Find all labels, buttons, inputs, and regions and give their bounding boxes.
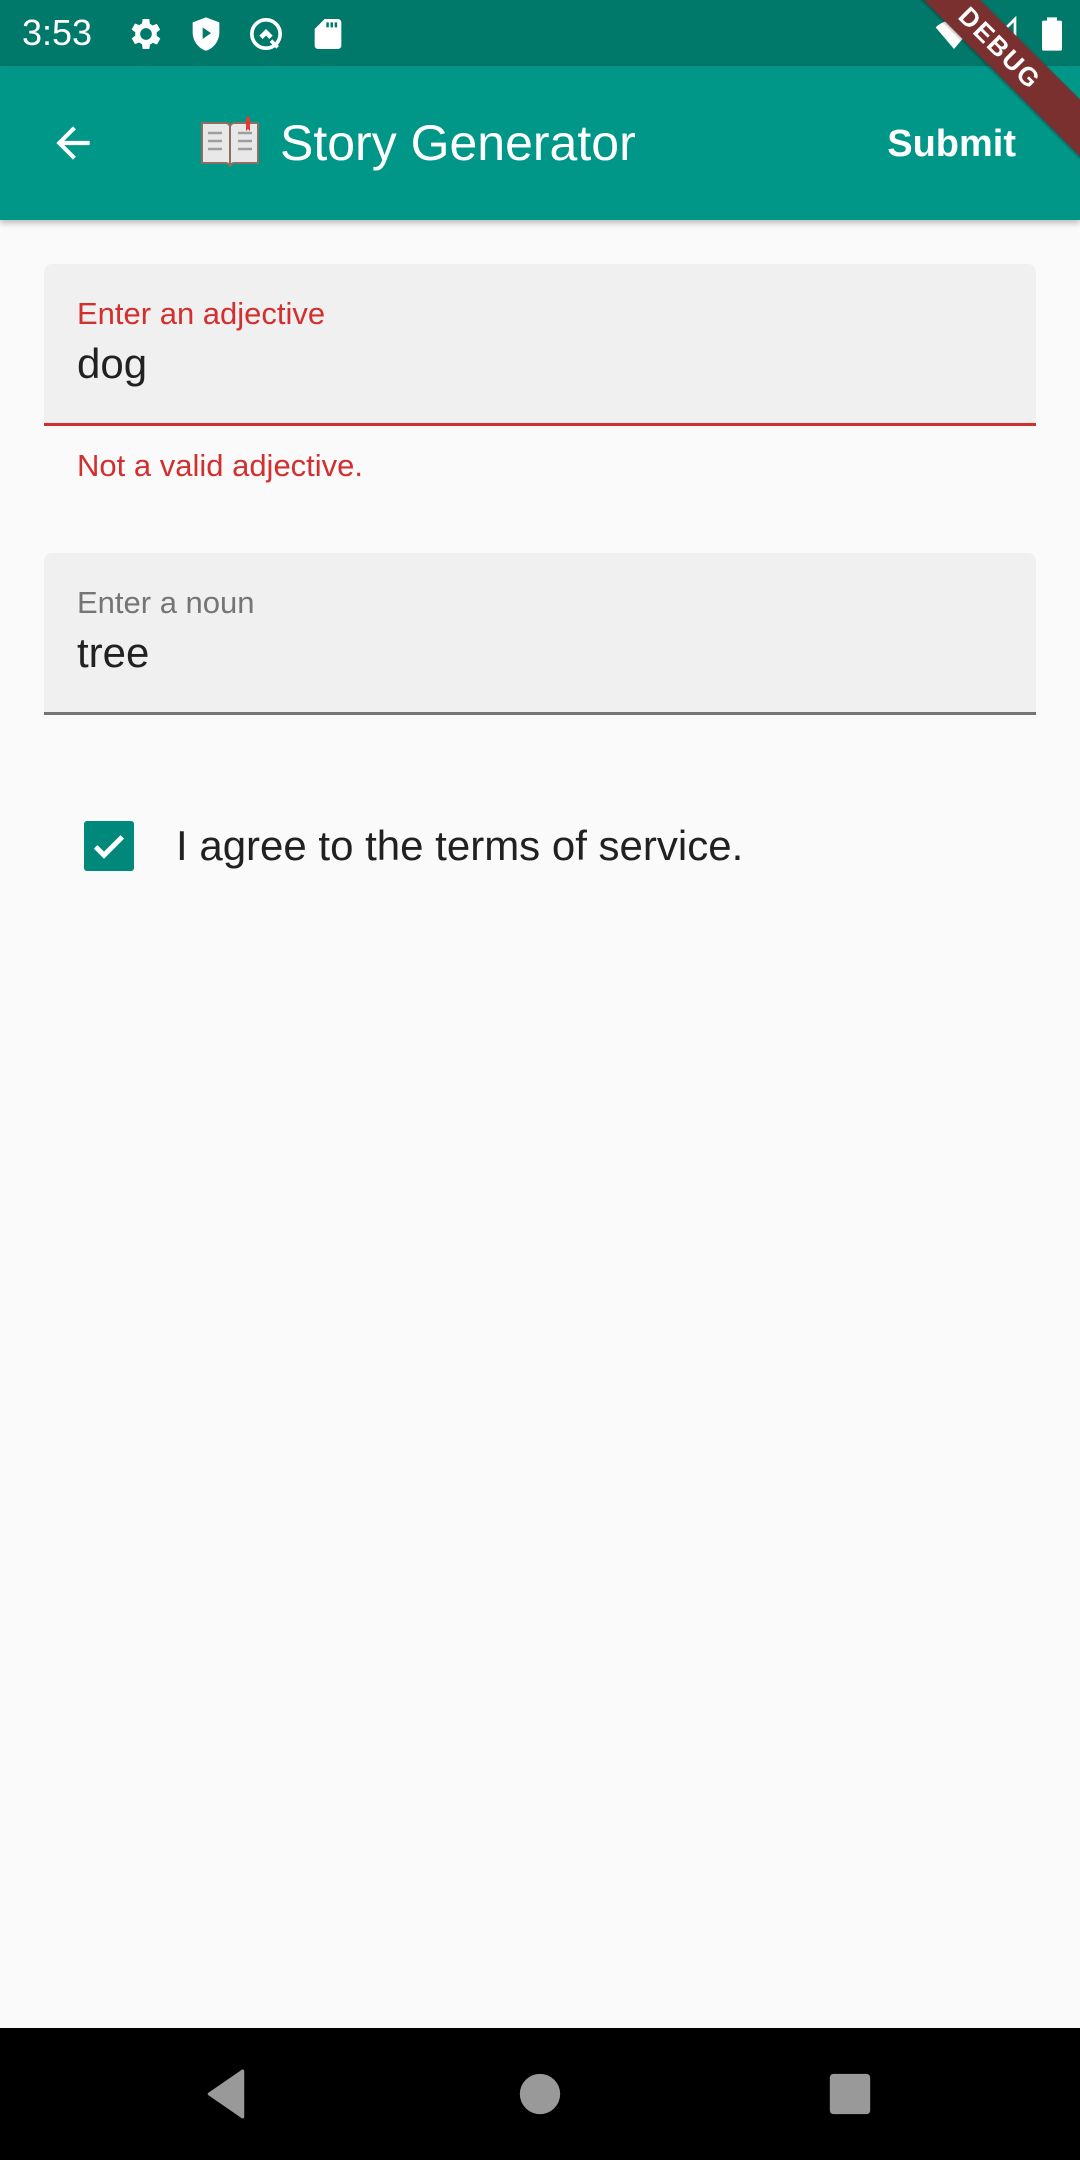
back-button[interactable]: [40, 110, 106, 176]
shield-play-icon: [192, 17, 220, 51]
square-recents-icon: [829, 2073, 871, 2115]
battery-icon: [1042, 17, 1062, 51]
nav-recents-button[interactable]: [820, 2064, 880, 2124]
nav-home-button[interactable]: [510, 2064, 570, 2124]
app-bar: Story Generator Submit: [0, 66, 1080, 220]
terms-label: I agree to the terms of service.: [176, 822, 744, 869]
nav-back-button[interactable]: [196, 2064, 256, 2124]
submit-button[interactable]: Submit: [887, 116, 1016, 172]
status-time: 3:53: [22, 12, 93, 53]
status-bar: 3:53: [0, 0, 1080, 66]
noun-underline: [44, 712, 1036, 715]
adjective-error: Not a valid adjective.: [77, 448, 364, 483]
q-logo-icon: [250, 18, 282, 50]
noun-label: Enter a noun: [77, 585, 255, 620]
open-book-icon: [201, 117, 259, 168]
adjective-field[interactable]: Enter an adjective: [44, 264, 1036, 426]
title-text: Story Generator: [280, 115, 636, 171]
circle-home-icon: [519, 2073, 561, 2115]
page-title: Story Generator: [198, 110, 636, 176]
arrow-back-icon: [56, 126, 90, 160]
sd-card-icon: [314, 19, 342, 49]
adjective-label: Enter an adjective: [77, 296, 326, 331]
gear-icon: [131, 19, 161, 49]
terms-row[interactable]: I agree to the terms of service.: [84, 818, 743, 874]
checkmark-icon: [93, 835, 125, 859]
adjective-input[interactable]: [77, 340, 997, 388]
triangle-back-icon: [207, 2069, 245, 2119]
system-nav-bar: [0, 2028, 1080, 2160]
adjective-underline: [44, 423, 1036, 426]
terms-checkbox[interactable]: [84, 821, 134, 871]
noun-field[interactable]: Enter a noun: [44, 553, 1036, 715]
noun-input[interactable]: [77, 629, 997, 677]
